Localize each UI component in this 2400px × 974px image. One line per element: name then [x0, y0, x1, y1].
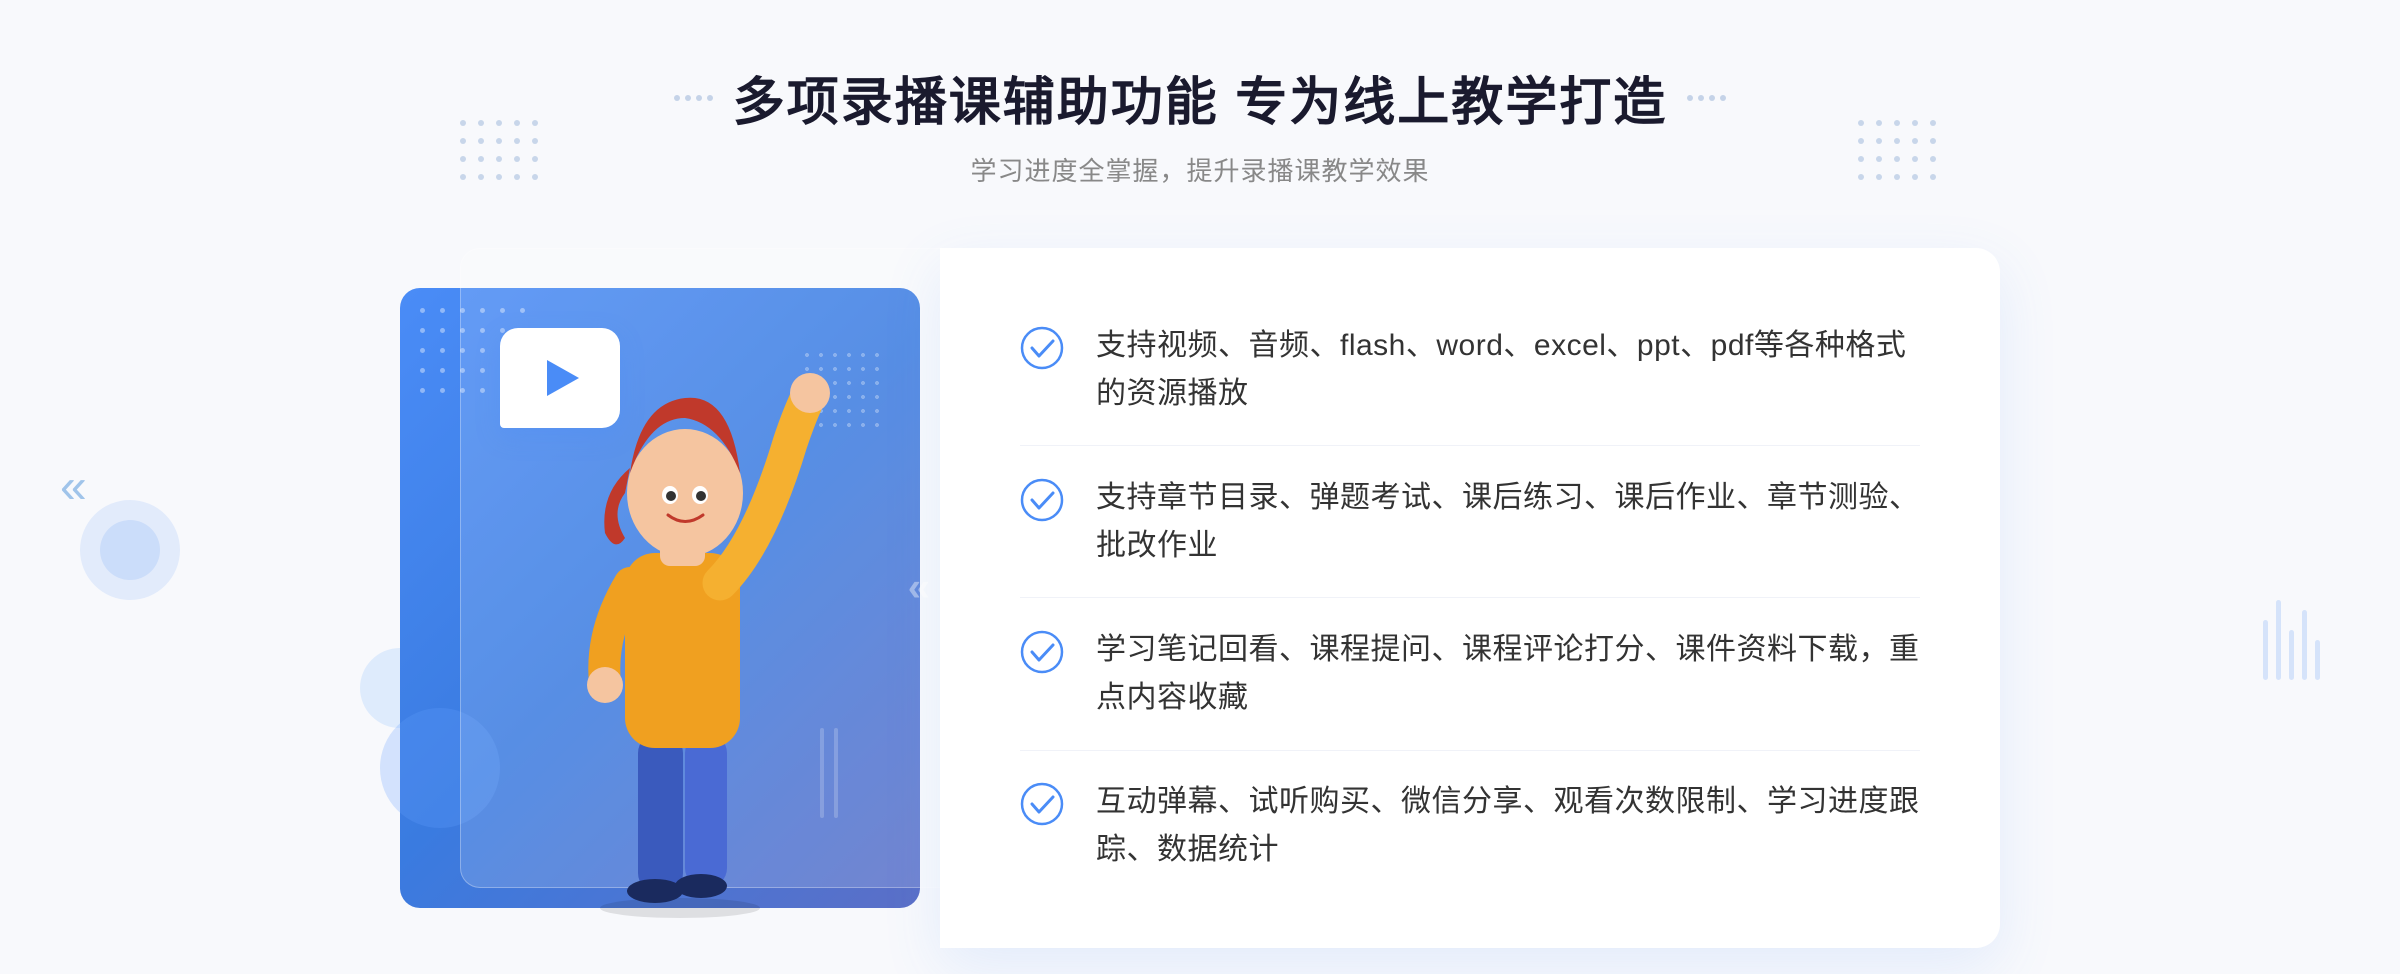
header-section: 多项录播课辅助功能 专为线上教学打造 学习进度全掌握，提升录播课教学效果 — [674, 60, 1726, 188]
decorator-dots-right — [1687, 95, 1726, 101]
feature-item-4: 互动弹幕、试听购买、微信分享、观看次数限制、学习进度跟踪、数据统计 — [1020, 758, 1920, 894]
check-icon-1 — [1020, 326, 1064, 370]
divider-1 — [1020, 445, 1920, 446]
feature-text-1: 支持视频、音频、flash、word、excel、ppt、pdf等各种格式的资源… — [1096, 322, 1920, 418]
deco-bottom-left — [80, 500, 180, 600]
feature-text-4: 互动弹幕、试听购买、微信分享、观看次数限制、学习进度跟踪、数据统计 — [1096, 778, 1920, 874]
main-content: « 支持视频、音频、flash、word、excel、ppt、pdf等各种格式的… — [400, 248, 2000, 948]
main-title: 多项录播课辅助功能 专为线上教学打造 — [733, 60, 1667, 135]
divider-3 — [1020, 750, 1920, 751]
person-figure — [530, 343, 830, 928]
deco-dots-right — [1858, 120, 1940, 184]
decorator-dots-left — [674, 95, 713, 101]
feature-text-3: 学习笔记回看、课程提问、课程评论打分、课件资料下载，重点内容收藏 — [1096, 626, 1920, 722]
feature-text-2: 支持章节目录、弹题考试、课后练习、课后作业、章节测验、批改作业 — [1096, 474, 1920, 570]
illustration-panel: « — [400, 248, 960, 928]
check-icon-3 — [1020, 630, 1064, 674]
feature-item-2: 支持章节目录、弹题考试、课后练习、课后作业、章节测验、批改作业 — [1020, 454, 1920, 590]
deco-bottom-right — [2263, 600, 2320, 680]
page-wrapper: « 多项录播课辅助功能 专为线上教学打造 学习进度全掌握，提升录播课教学效果 — [0, 0, 2400, 974]
check-icon-2 — [1020, 478, 1064, 522]
features-panel: 支持视频、音频、flash、word、excel、ppt、pdf等各种格式的资源… — [940, 248, 2000, 948]
divider-2 — [1020, 597, 1920, 598]
feature-item-1: 支持视频、音频、flash、word、excel、ppt、pdf等各种格式的资源… — [1020, 302, 1920, 438]
card-chevron-icon: « — [908, 566, 930, 611]
deco-dots-left — [460, 120, 542, 184]
header-decorators: 多项录播课辅助功能 专为线上教学打造 — [674, 60, 1726, 135]
check-icon-4 — [1020, 782, 1064, 826]
feature-item-3: 学习笔记回看、课程提问、课程评论打分、课件资料下载，重点内容收藏 — [1020, 606, 1920, 742]
sub-title: 学习进度全掌握，提升录播课教学效果 — [970, 151, 1429, 188]
